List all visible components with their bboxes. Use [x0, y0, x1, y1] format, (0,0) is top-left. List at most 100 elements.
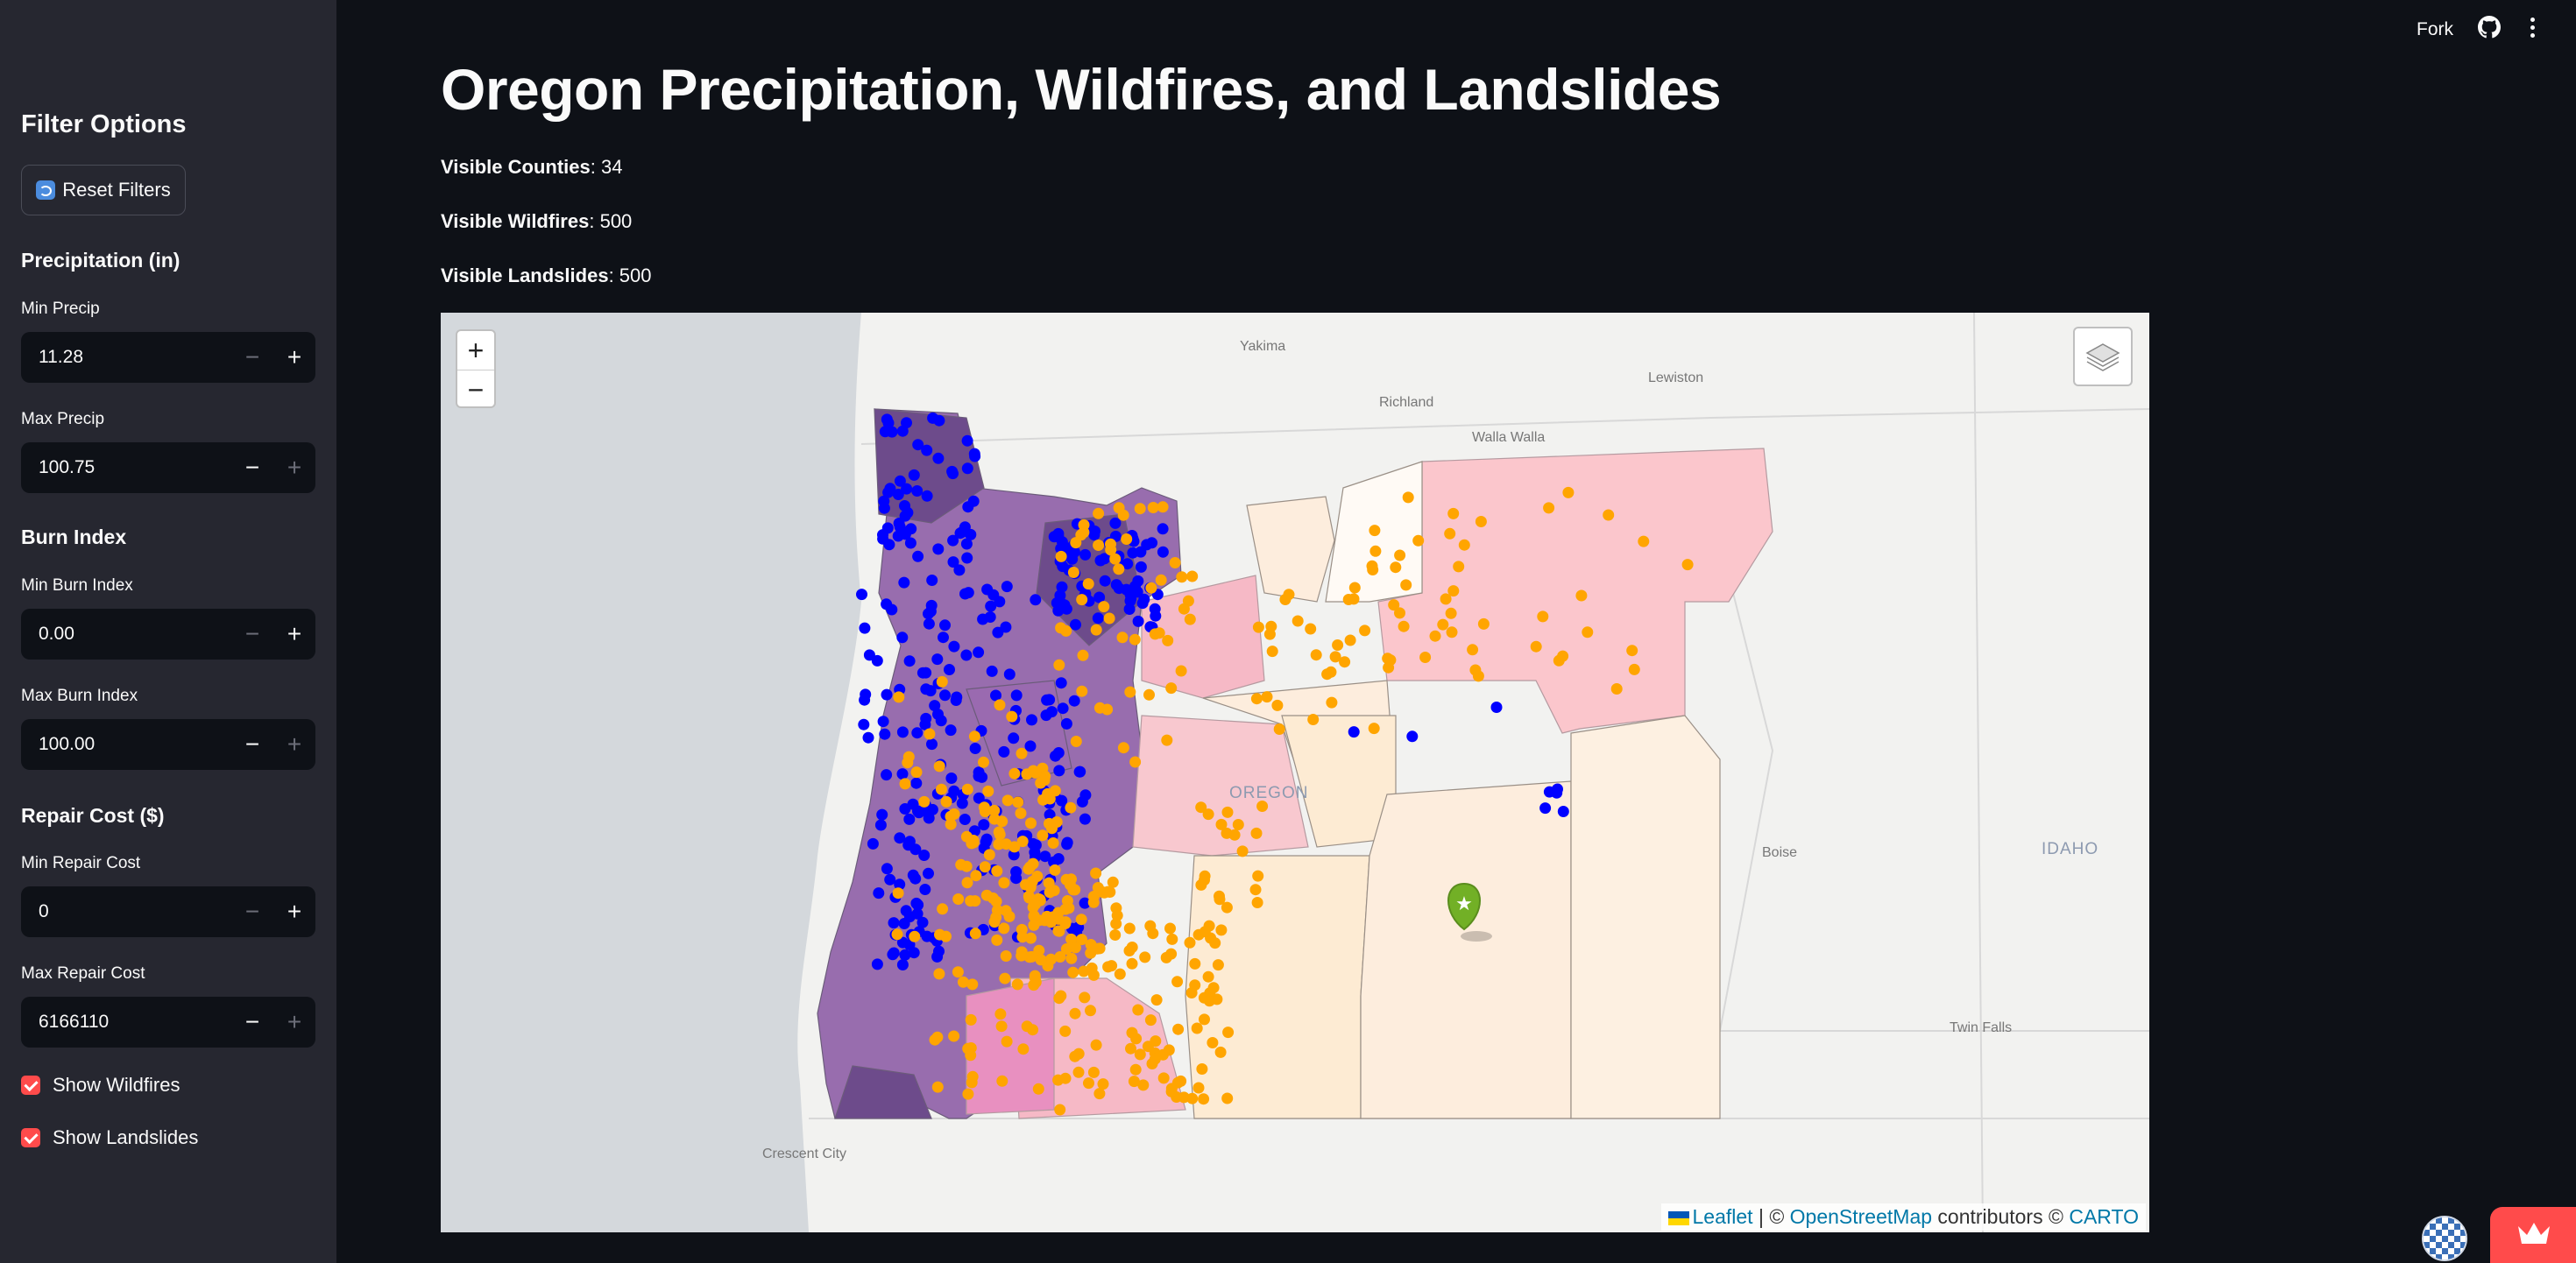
- wildfire-point[interactable]: [969, 928, 981, 940]
- landslide-point[interactable]: [961, 552, 973, 564]
- wildfire-point[interactable]: [1469, 664, 1482, 676]
- landslide-point[interactable]: [882, 417, 895, 429]
- wildfire-point[interactable]: [1016, 931, 1029, 943]
- wildfire-point[interactable]: [1266, 646, 1278, 658]
- landslide-point[interactable]: [992, 626, 1004, 639]
- landslide-point[interactable]: [1132, 575, 1144, 587]
- landslide-point[interactable]: [1039, 850, 1051, 863]
- wildfire-point[interactable]: [948, 808, 960, 820]
- wildfire-point[interactable]: [970, 870, 982, 882]
- landslide-point[interactable]: [896, 632, 909, 644]
- wildfire-point[interactable]: [1626, 645, 1638, 657]
- wildfire-point[interactable]: [1124, 686, 1136, 698]
- wildfire-point[interactable]: [1344, 634, 1356, 646]
- wildfire-point[interactable]: [1093, 507, 1105, 519]
- landslide-point[interactable]: [1552, 783, 1563, 795]
- wildfire-point[interactable]: [1000, 950, 1012, 962]
- wildfire-point[interactable]: [1261, 691, 1273, 703]
- wildfire-point[interactable]: [1444, 527, 1456, 540]
- wildfire-point[interactable]: [945, 818, 957, 830]
- landslide-point[interactable]: [867, 837, 879, 850]
- wildfire-point[interactable]: [1016, 949, 1028, 962]
- wildfire-point[interactable]: [1011, 978, 1023, 991]
- wildfire-point[interactable]: [1368, 723, 1380, 735]
- max-burn-increment-button[interactable]: +: [273, 719, 315, 770]
- landslide-point[interactable]: [959, 814, 971, 825]
- landslide-point[interactable]: [1131, 586, 1143, 598]
- wildfire-point[interactable]: [1157, 501, 1169, 513]
- wildfire-point[interactable]: [1199, 1013, 1210, 1026]
- wildfire-point[interactable]: [1043, 877, 1055, 889]
- wildfire-point[interactable]: [1037, 794, 1049, 806]
- wildfire-point[interactable]: [1681, 559, 1694, 571]
- wildfire-point[interactable]: [902, 757, 914, 769]
- wildfire-point[interactable]: [1329, 651, 1341, 663]
- landslide-point[interactable]: [959, 521, 971, 533]
- min-burn-decrement-button[interactable]: −: [231, 609, 273, 660]
- landslide-point[interactable]: [858, 718, 870, 730]
- wildfire-point[interactable]: [1202, 808, 1214, 821]
- wildfire-point[interactable]: [955, 858, 967, 871]
- wildfire-point[interactable]: [1097, 1078, 1109, 1090]
- landslide-point[interactable]: [1157, 546, 1169, 558]
- wildfire-point[interactable]: [1543, 502, 1555, 514]
- landslide-point[interactable]: [911, 485, 924, 497]
- landslide-point[interactable]: [977, 613, 989, 625]
- wildfire-point[interactable]: [1105, 538, 1116, 550]
- landslide-point[interactable]: [961, 462, 973, 475]
- wildfire-point[interactable]: [1006, 710, 1018, 723]
- landslide-point[interactable]: [903, 911, 916, 923]
- wildfire-point[interactable]: [1077, 649, 1089, 661]
- landslide-point[interactable]: [994, 596, 1006, 608]
- wildfire-point[interactable]: [940, 930, 952, 942]
- landslide-point[interactable]: [1050, 750, 1061, 762]
- wildfire-point[interactable]: [1610, 683, 1623, 695]
- wildfire-point[interactable]: [1024, 881, 1037, 893]
- wildfire-point[interactable]: [1087, 891, 1100, 902]
- min-repair-decrement-button[interactable]: −: [231, 886, 273, 937]
- wildfire-point[interactable]: [1440, 593, 1452, 605]
- wildfire-point[interactable]: [1001, 794, 1014, 807]
- wildfire-point[interactable]: [996, 1075, 1008, 1087]
- wildfire-point[interactable]: [1402, 491, 1414, 504]
- wildfire-point[interactable]: [994, 699, 1006, 711]
- wildfire-point[interactable]: [1199, 874, 1210, 886]
- wildfire-point[interactable]: [1446, 626, 1458, 639]
- wildfire-point[interactable]: [1326, 696, 1338, 709]
- wildfire-point[interactable]: [1250, 693, 1263, 705]
- wildfire-point[interactable]: [1090, 867, 1102, 879]
- wildfire-point[interactable]: [1113, 502, 1125, 514]
- min-repair-increment-button[interactable]: +: [273, 886, 315, 937]
- max-repair-input[interactable]: 6166110 − +: [21, 997, 315, 1048]
- wildfire-point[interactable]: [1292, 615, 1304, 627]
- wildfire-point[interactable]: [1064, 878, 1076, 891]
- wildfire-point[interactable]: [1106, 960, 1118, 972]
- landslide-point[interactable]: [1055, 677, 1067, 689]
- wildfire-point[interactable]: [1016, 747, 1028, 759]
- landslide-point[interactable]: [1074, 766, 1086, 778]
- wildfire-point[interactable]: [1263, 628, 1276, 640]
- landslide-point[interactable]: [1008, 732, 1020, 744]
- map-canvas[interactable]: ★: [441, 313, 2149, 1232]
- wildfire-point[interactable]: [1339, 656, 1351, 668]
- wildfire-point[interactable]: [1069, 1007, 1081, 1020]
- landslide-point[interactable]: [978, 819, 990, 831]
- checkbox-checked-icon[interactable]: [21, 1076, 40, 1095]
- wildfire-point[interactable]: [1215, 924, 1228, 936]
- wildfire-point[interactable]: [1016, 836, 1029, 848]
- landslide-point[interactable]: [878, 502, 890, 514]
- show-landslides-checkbox[interactable]: Show Landslides: [21, 1126, 198, 1149]
- wildfire-point[interactable]: [1085, 1005, 1096, 1017]
- landslide-point[interactable]: [911, 727, 924, 739]
- wildfire-point[interactable]: [1359, 624, 1371, 637]
- wildfire-point[interactable]: [1467, 644, 1479, 656]
- min-burn-increment-button[interactable]: +: [273, 609, 315, 660]
- wildfire-point[interactable]: [1191, 1022, 1203, 1034]
- map-container[interactable]: ★ Yakima Richland Lewiston Walla Walla B…: [441, 313, 2149, 1232]
- wildfire-point[interactable]: [998, 922, 1010, 935]
- wildfire-point[interactable]: [1075, 914, 1087, 926]
- checkbox-checked-icon[interactable]: [21, 1128, 40, 1147]
- min-burn-value[interactable]: 0.00: [21, 624, 231, 645]
- landslide-point[interactable]: [1061, 838, 1073, 850]
- layers-control[interactable]: [2073, 327, 2133, 386]
